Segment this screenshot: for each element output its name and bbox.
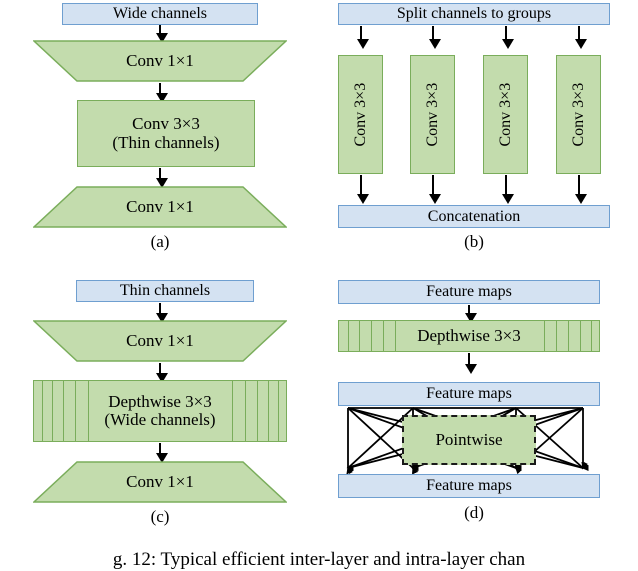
panel-c-input-banner-label: Thin channels <box>119 282 211 300</box>
panel-a-arrow-1 <box>156 25 168 43</box>
panel-d-depthwise-3x3: Depthwise 3×3 <box>338 320 600 352</box>
panel-c-caption: (c) <box>150 507 170 526</box>
panel-c-depthwise-3x3: Depthwise 3×3 (Wide channels) <box>33 380 287 442</box>
panel-c-arrow-1 <box>156 303 168 323</box>
panel-b-arrow-in-3 <box>502 26 514 49</box>
panel-d: Feature maps Depthwise 3×3 Feature maps <box>320 262 638 534</box>
panel-a-conv-3x3-sublabel: (Thin channels) <box>112 132 220 152</box>
panel-d-feature-maps-middle: Feature maps <box>338 382 600 406</box>
panel-a-input-banner: Wide channels <box>62 3 258 25</box>
panel-a-conv-1x1-top-label: Conv 1×1 <box>126 51 194 70</box>
panel-a-conv-1x1-bottom-label: Conv 1×1 <box>126 197 194 216</box>
panel-b-group-conv-1-label: Conv 3×3 <box>351 82 369 147</box>
panel-c: Thin channels Conv 1×1 Depthwise 3×3 (Wi… <box>0 262 320 534</box>
figure-root: Wide channels Conv 1×1 Conv 3×3 (Thin ch… <box>0 0 638 570</box>
panel-b-group-conv-4: Conv 3×3 <box>556 55 601 174</box>
panel-c-conv-1x1-bottom: Conv 1×1 <box>33 461 287 503</box>
panel-b-group-conv-1: Conv 3×3 <box>338 55 383 174</box>
panel-b-caption: (b) <box>464 232 484 251</box>
panel-d-arrow-2 <box>465 353 477 374</box>
panel-d-caption: (d) <box>464 503 484 522</box>
panel-b-split-banner: Split channels to groups <box>338 3 610 25</box>
panel-b-concat-banner-label: Concatenation <box>427 207 521 225</box>
panel-c-conv-1x1-top-label: Conv 1×1 <box>126 331 194 350</box>
panel-b-split-banner-label: Split channels to groups <box>396 5 552 23</box>
panel-c-arrow-2 <box>156 363 168 383</box>
panel-c-input-banner: Thin channels <box>76 280 254 302</box>
panel-d-feature-maps-middle-label: Feature maps <box>426 385 512 403</box>
panel-c-conv-1x1-bottom-label: Conv 1×1 <box>126 472 194 491</box>
panel-b-concat-banner: Concatenation <box>338 205 610 228</box>
panel-d-pointwise-label: Pointwise <box>435 429 503 449</box>
panel-b-group-conv-2-label: Conv 3×3 <box>423 82 441 147</box>
panel-b-arrow-out-1 <box>357 175 369 204</box>
panel-d-arrow-1 <box>465 305 477 323</box>
panel-a: Wide channels Conv 1×1 Conv 3×3 (Thin ch… <box>0 0 320 251</box>
panel-c-conv-1x1-top: Conv 1×1 <box>33 320 287 362</box>
panel-a-arrow-3 <box>156 168 168 188</box>
panel-c-depthwise-3x3-label: Depthwise 3×3 <box>108 391 212 411</box>
panel-b-group-conv-4-label: Conv 3×3 <box>569 82 587 147</box>
panel-a-input-banner-label: Wide channels <box>113 5 207 23</box>
panel-b-arrow-in-1 <box>357 26 369 49</box>
panel-b-arrow-out-4 <box>575 175 587 204</box>
panel-a-conv-3x3: Conv 3×3 (Thin channels) <box>77 100 255 167</box>
panel-c-depthwise-3x3-sublabel: (Wide channels) <box>104 410 216 429</box>
panel-a-conv-3x3-label: Conv 3×3 <box>132 114 200 134</box>
panel-b-group-conv-3-label: Conv 3×3 <box>496 82 514 147</box>
panel-a-conv-1x1-top: Conv 1×1 <box>33 40 287 82</box>
panel-d-feature-maps-top: Feature maps <box>338 280 600 304</box>
panel-b: Split channels to groups Conv 3×3 Conv 3… <box>320 0 638 251</box>
panel-d-feature-maps-bottom-label: Feature maps <box>426 477 512 495</box>
panel-d-feature-maps-bottom: Feature maps <box>338 474 600 498</box>
panel-d-pointwise: Pointwise <box>402 415 536 465</box>
panel-b-arrow-out-3 <box>502 175 514 204</box>
panel-b-group-conv-3: Conv 3×3 <box>483 55 528 174</box>
panel-d-feature-maps-top-label: Feature maps <box>426 283 512 301</box>
panel-b-arrow-in-4 <box>575 26 587 49</box>
panel-d-depthwise-3x3-label: Depthwise 3×3 <box>417 325 521 345</box>
panel-a-arrow-2 <box>156 83 168 103</box>
panel-c-arrow-3 <box>156 443 168 463</box>
panel-a-caption: (a) <box>150 232 170 251</box>
panel-b-arrow-in-2 <box>429 26 441 49</box>
panel-b-arrow-out-2 <box>429 175 441 204</box>
panel-b-group-conv-2: Conv 3×3 <box>410 55 455 174</box>
panel-a-conv-1x1-bottom: Conv 1×1 <box>33 186 287 228</box>
